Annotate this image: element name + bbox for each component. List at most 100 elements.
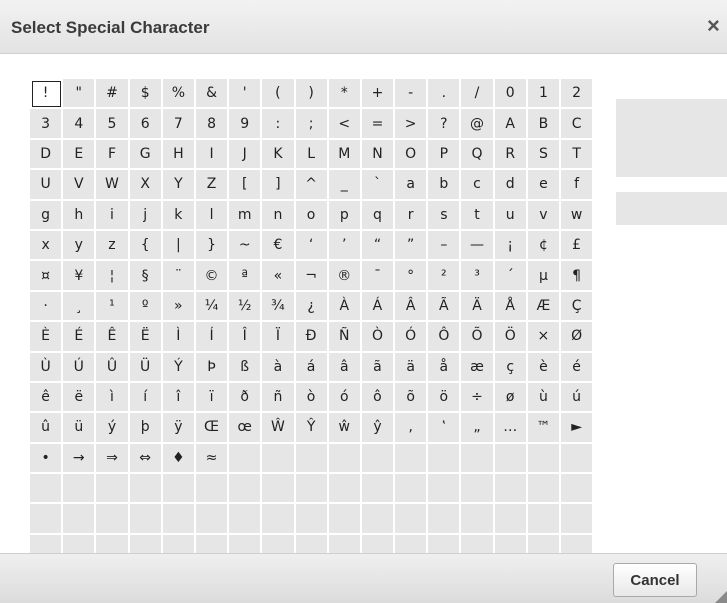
character-cell[interactable]: “ — [361, 230, 396, 262]
character-cell[interactable]: K — [262, 139, 296, 171]
character-cell[interactable]: . — [428, 79, 462, 110]
character-cell[interactable]: Õ — [461, 322, 495, 353]
character-cell[interactable]: # — [96, 79, 130, 110]
character-cell[interactable]: • — [30, 443, 64, 475]
character-cell[interactable]: ¿ — [295, 291, 329, 323]
character-cell[interactable]: £ — [561, 230, 595, 262]
character-cell[interactable]: - — [395, 79, 429, 110]
character-cell[interactable]: b — [428, 170, 462, 201]
character-cell[interactable]: ê — [30, 382, 64, 414]
character-cell[interactable]: … — [494, 413, 528, 444]
character-cell[interactable]: Ý — [162, 352, 196, 383]
character-cell[interactable]: I — [195, 139, 230, 171]
character-cell[interactable]: 4 — [63, 109, 97, 140]
character-cell[interactable]: û — [30, 413, 64, 444]
character-cell[interactable]: [ — [229, 170, 263, 201]
character-cell[interactable]: ø — [494, 382, 528, 414]
character-cell[interactable]: l — [195, 200, 230, 231]
character-cell[interactable]: Ü — [129, 352, 163, 383]
character-cell[interactable]: < — [328, 109, 362, 140]
character-cell[interactable]: E — [63, 139, 97, 171]
character-cell[interactable]: ¹ — [96, 291, 130, 323]
character-cell[interactable]: Â — [395, 291, 429, 323]
character-cell[interactable]: ^ — [295, 170, 329, 201]
character-cell[interactable]: ¼ — [195, 291, 230, 323]
character-cell[interactable]: ã — [361, 352, 396, 383]
character-cell[interactable]: Ø — [561, 322, 595, 353]
character-cell[interactable]: = — [361, 109, 396, 140]
character-cell[interactable]: D — [30, 139, 64, 171]
character-cell[interactable]: ¥ — [63, 261, 97, 292]
character-cell[interactable]: ¾ — [262, 291, 296, 323]
character-cell[interactable]: Ó — [395, 322, 429, 353]
character-cell[interactable]: ë — [63, 382, 97, 414]
character-cell[interactable]: Ä — [461, 291, 495, 323]
character-cell[interactable]: | — [162, 230, 196, 262]
character-cell[interactable]: ÿ — [162, 413, 196, 444]
character-cell[interactable]: ú — [561, 382, 595, 414]
character-cell[interactable]: — — [461, 230, 495, 262]
character-cell[interactable]: t — [461, 200, 495, 231]
character-cell[interactable]: { — [129, 230, 163, 262]
character-cell[interactable]: Ë — [129, 322, 163, 353]
character-cell[interactable]: ì — [96, 382, 130, 414]
character-cell[interactable]: ” — [395, 230, 429, 262]
character-cell[interactable]: U — [30, 170, 64, 201]
character-cell[interactable]: » — [162, 291, 196, 323]
character-cell[interactable]: þ — [129, 413, 163, 444]
character-cell[interactable]: ½ — [229, 291, 263, 323]
character-cell[interactable]: → — [63, 443, 97, 475]
character-cell[interactable]: Û — [96, 352, 130, 383]
character-cell[interactable]: A — [494, 109, 528, 140]
character-cell[interactable]: J — [229, 139, 263, 171]
character-cell[interactable]: Ì — [162, 322, 196, 353]
character-cell[interactable]: i — [96, 200, 130, 231]
character-cell[interactable]: á — [295, 352, 329, 383]
character-cell[interactable]: À — [328, 291, 362, 323]
character-cell[interactable]: Z — [195, 170, 230, 201]
character-cell[interactable]: ç — [494, 352, 528, 383]
character-cell[interactable]: F — [96, 139, 130, 171]
character-cell[interactable]: ) — [295, 79, 329, 110]
character-cell[interactable]: õ — [395, 382, 429, 414]
character-cell[interactable]: ¡ — [494, 230, 528, 262]
character-cell[interactable]: È — [30, 322, 64, 353]
character-cell[interactable]: å — [428, 352, 462, 383]
character-cell[interactable]: ‘ — [295, 230, 329, 262]
character-cell[interactable]: ‚ — [395, 413, 429, 444]
character-cell[interactable]: Þ — [195, 352, 230, 383]
character-cell[interactable]: w — [561, 200, 595, 231]
character-cell[interactable]: G — [129, 139, 163, 171]
character-cell[interactable]: æ — [461, 352, 495, 383]
close-icon[interactable]: × — [707, 14, 727, 38]
character-cell[interactable]: ¨ — [162, 261, 196, 292]
character-cell[interactable]: ö — [428, 382, 462, 414]
character-cell[interactable]: ï — [195, 382, 230, 414]
character-cell[interactable]: Ç — [561, 291, 595, 323]
character-cell[interactable]: $ — [129, 79, 163, 110]
character-cell[interactable]: × — [527, 322, 561, 353]
character-cell[interactable]: ~ — [229, 230, 263, 262]
character-cell[interactable]: ≈ — [195, 443, 230, 475]
cancel-button[interactable]: Cancel — [613, 563, 697, 597]
character-cell[interactable]: a — [395, 170, 429, 201]
character-cell[interactable]: @ — [461, 109, 495, 140]
character-cell[interactable]: L — [295, 139, 329, 171]
character-cell[interactable]: ä — [395, 352, 429, 383]
character-cell[interactable]: 6 — [129, 109, 163, 140]
character-cell[interactable]: § — [129, 261, 163, 292]
character-cell[interactable]: è — [527, 352, 561, 383]
character-cell[interactable]: ñ — [262, 382, 296, 414]
character-cell[interactable]: ò — [295, 382, 329, 414]
character-cell[interactable]: ® — [328, 261, 362, 292]
character-cell[interactable]: x — [30, 230, 64, 262]
character-cell[interactable]: Ï — [262, 322, 296, 353]
character-cell[interactable]: ` — [361, 170, 396, 201]
character-cell[interactable]: Î — [229, 322, 263, 353]
character-cell[interactable]: à — [262, 352, 296, 383]
character-cell[interactable]: – — [428, 230, 462, 262]
character-cell[interactable]: ¤ — [30, 261, 64, 292]
character-cell[interactable]: % — [162, 79, 196, 110]
character-cell[interactable]: _ — [328, 170, 362, 201]
character-cell[interactable]: ¸ — [63, 291, 97, 323]
